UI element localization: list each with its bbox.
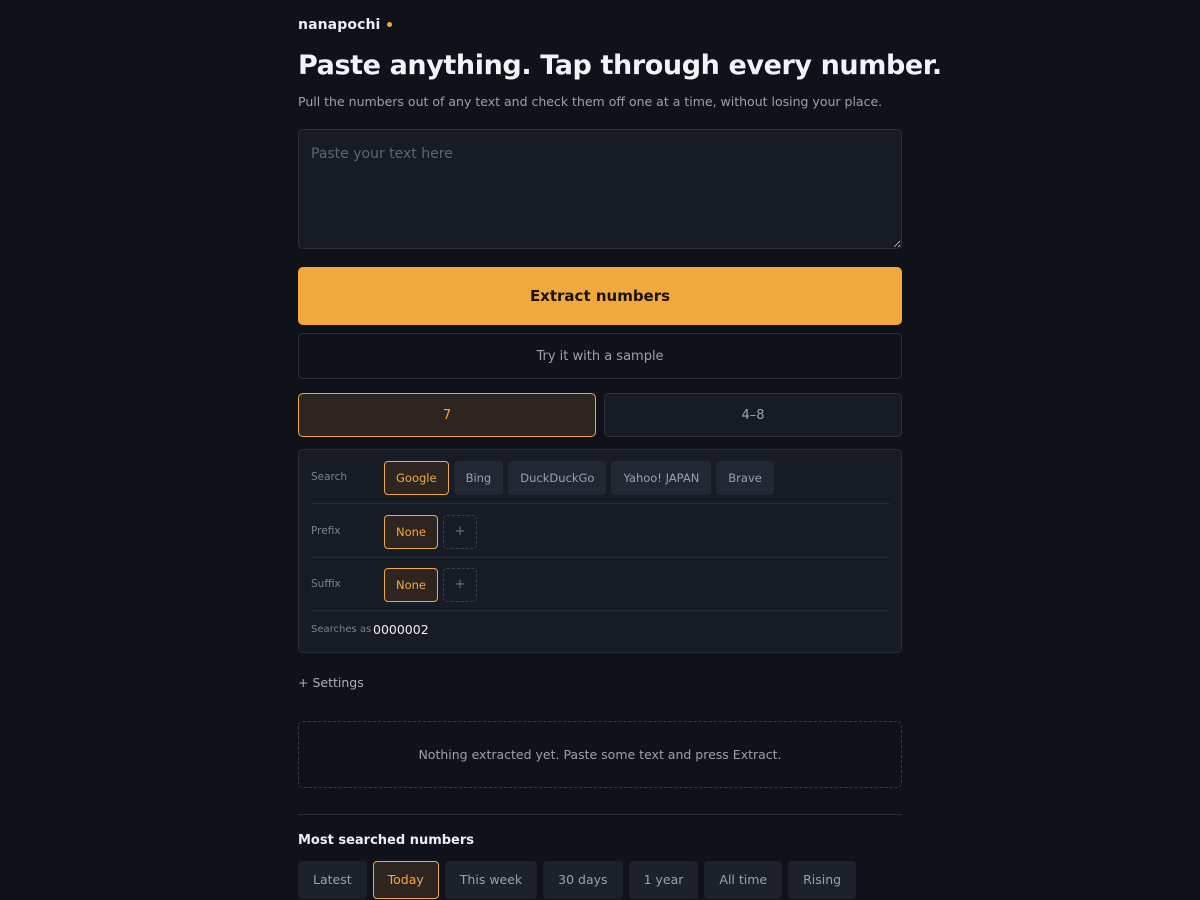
engine-bing-chip[interactable]: Bing xyxy=(453,461,504,495)
suffix-label: Suffix xyxy=(311,578,341,590)
mode-fixed-button[interactable]: 7 xyxy=(298,393,596,437)
prefix-chips: None + xyxy=(384,515,478,549)
search-engine-chips: Google Bing DuckDuckGo Yahoo! JAPAN Brav… xyxy=(384,461,774,495)
most-searched-tabs: Latest Today This week 30 days 1 year Al… xyxy=(298,861,857,899)
extract-numbers-button[interactable]: Extract numbers xyxy=(298,267,902,325)
prefix-label: Prefix xyxy=(311,525,341,537)
engine-duckduckgo-chip[interactable]: DuckDuckGo xyxy=(508,461,607,495)
prefix-none-chip[interactable]: None xyxy=(384,515,439,549)
section-divider xyxy=(298,814,902,815)
engine-google-chip[interactable]: Google xyxy=(384,461,449,495)
options-panel: Search Google Bing DuckDuckGo Yahoo! JAP… xyxy=(298,449,902,653)
brand-dot-icon xyxy=(387,21,393,27)
add-prefix-button[interactable]: + xyxy=(443,515,478,549)
text-input[interactable] xyxy=(298,129,902,249)
add-suffix-button[interactable]: + xyxy=(443,568,478,602)
page-title: Paste anything. Tap through every number… xyxy=(298,50,942,81)
most-searched-title: Most searched numbers xyxy=(298,833,475,848)
prefix-row: Prefix None + xyxy=(311,504,890,558)
mode-range-button[interactable]: 4–8 xyxy=(604,393,902,437)
tab-1-year[interactable]: 1 year xyxy=(628,861,699,899)
suffix-row: Suffix None + xyxy=(311,557,890,611)
digit-mode-toggle: 7 4–8 xyxy=(298,393,902,437)
results-empty-state: Nothing extracted yet. Paste some text a… xyxy=(298,721,902,788)
tab-latest[interactable]: Latest xyxy=(298,861,367,899)
page-subtitle: Pull the numbers out of any text and che… xyxy=(298,94,883,109)
engine-brave-chip[interactable]: Brave xyxy=(716,461,774,495)
search-label: Search xyxy=(311,471,348,483)
tab-30-days[interactable]: 30 days xyxy=(543,861,623,899)
tab-this-week[interactable]: This week xyxy=(444,861,538,899)
tab-all-time[interactable]: All time xyxy=(704,861,783,899)
engine-yahoo-japan-chip[interactable]: Yahoo! JAPAN xyxy=(611,461,712,495)
search-engine-row: Search Google Bing DuckDuckGo Yahoo! JAP… xyxy=(311,450,890,504)
suffix-none-chip[interactable]: None xyxy=(384,568,439,602)
try-sample-button[interactable]: Try it with a sample xyxy=(298,333,902,379)
brand[interactable]: nanapochi xyxy=(298,17,393,33)
suffix-chips: None + xyxy=(384,568,478,602)
brand-name: nanapochi xyxy=(298,17,381,33)
empty-state-text: Nothing extracted yet. Paste some text a… xyxy=(418,747,782,762)
tab-today[interactable]: Today xyxy=(372,861,439,899)
settings-toggle[interactable]: + Settings xyxy=(298,675,364,690)
searches-as-value: 0000002 xyxy=(373,622,429,637)
tab-rising[interactable]: Rising xyxy=(788,861,857,899)
searches-as-label: Searches as xyxy=(311,624,372,635)
